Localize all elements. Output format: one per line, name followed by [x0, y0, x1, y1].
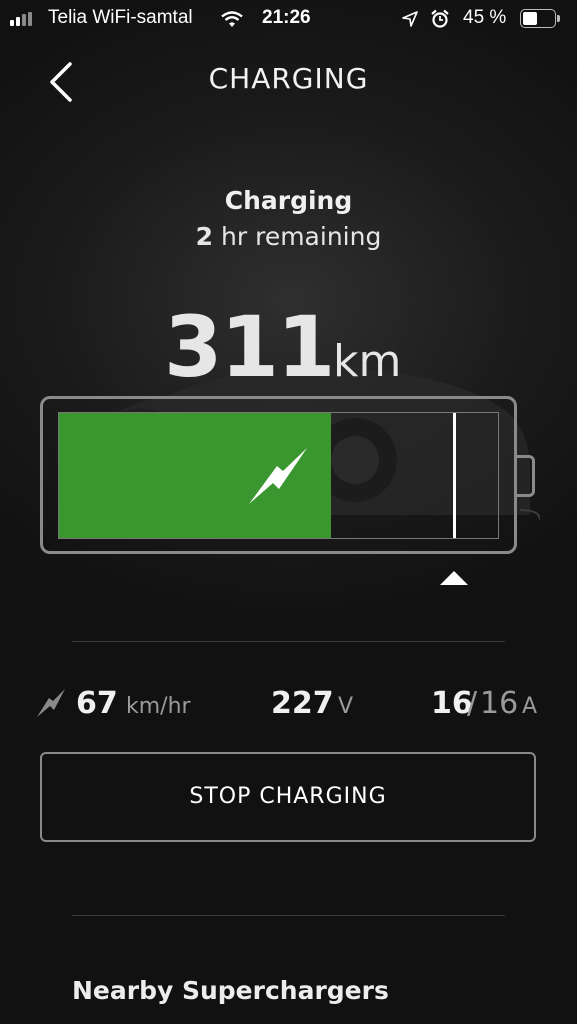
divider	[72, 641, 505, 642]
wifi-icon	[221, 11, 243, 27]
remaining-text: hr remaining	[221, 222, 382, 251]
charge-rate-value: 67	[76, 686, 118, 721]
divider	[72, 915, 505, 916]
page-title: CHARGING	[208, 62, 369, 95]
location-icon	[402, 11, 418, 27]
time-remaining: 2 hr remaining	[0, 222, 577, 251]
lightning-bolt-icon	[249, 448, 307, 504]
current-separator: /	[467, 686, 478, 721]
alarm-icon	[431, 9, 449, 28]
range-value: 311	[164, 298, 335, 396]
carrier-name: Telia WiFi-samtal	[48, 7, 193, 28]
voltage-unit: V	[338, 694, 354, 719]
charge-limit-marker	[453, 413, 456, 538]
remaining-hours: 2	[195, 222, 214, 251]
clock: 21:26	[262, 7, 311, 28]
battery-terminal	[515, 455, 535, 497]
stop-charging-button[interactable]: STOP CHARGING	[40, 752, 536, 842]
charge-rate-icon	[37, 689, 65, 717]
current-unit: A	[522, 694, 538, 719]
current-max: 16	[480, 686, 519, 721]
charging-status-title: Charging	[224, 186, 353, 215]
signal-icon	[10, 12, 40, 26]
charge-limit-handle[interactable]	[439, 570, 469, 586]
charge-rate-unit: km/hr	[126, 694, 191, 719]
voltage-value: 227	[271, 686, 334, 721]
status-bar: Telia WiFi-samtal 21:26 45 %	[0, 0, 577, 40]
range-unit: km	[333, 336, 402, 387]
battery-percent: 45 %	[463, 7, 507, 28]
nearby-superchargers-heading[interactable]: Nearby Superchargers	[72, 976, 389, 1005]
battery-icon	[520, 9, 560, 29]
